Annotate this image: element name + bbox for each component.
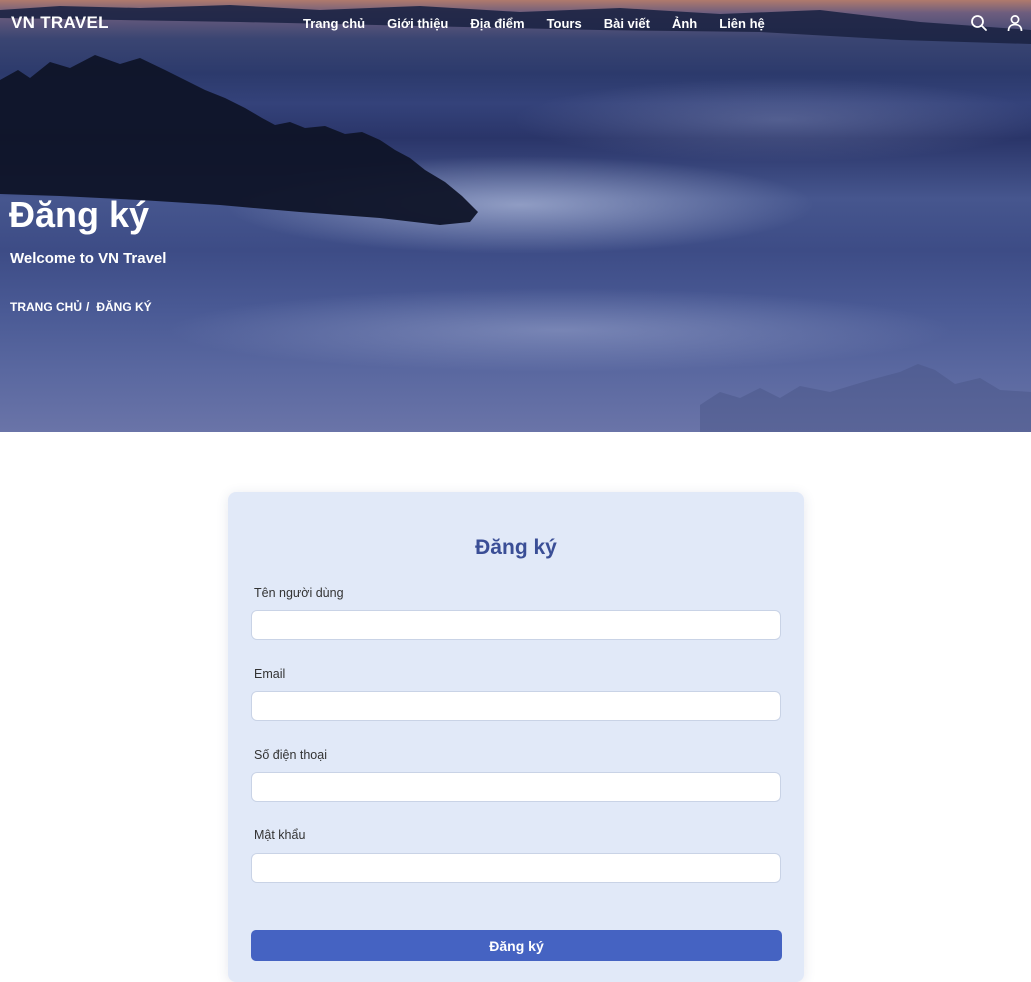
register-button[interactable]: Đăng ký: [251, 930, 782, 961]
nav-item-destinations[interactable]: Địa điểm: [470, 16, 524, 31]
nav-item-photos[interactable]: Ảnh: [672, 16, 697, 31]
breadcrumb-home[interactable]: TRANG CHỦ: [10, 300, 82, 314]
form-title: Đăng ký: [475, 536, 557, 559]
username-input[interactable]: [251, 610, 781, 640]
register-card: [228, 492, 804, 982]
nav-item-contact[interactable]: Liên hệ: [719, 16, 765, 31]
search-icon[interactable]: [970, 14, 988, 32]
main-menu: Trang chủ Giới thiệu Địa điểm Tours Bài …: [292, 16, 776, 31]
breadcrumb: TRANG CHỦ / ĐĂNG KÝ: [10, 300, 152, 314]
nav-item-about[interactable]: Giới thiệu: [387, 16, 448, 31]
phone-input[interactable]: [251, 772, 781, 802]
email-input[interactable]: [251, 691, 781, 721]
password-input[interactable]: [251, 853, 781, 883]
email-label: Email: [254, 667, 286, 681]
misty-forest-background: [0, 5, 1031, 432]
breadcrumb-separator: /: [86, 300, 90, 314]
page-title: Đăng ký: [9, 194, 150, 235]
nav-item-tours[interactable]: Tours: [547, 16, 582, 31]
top-navbar: VN TRAVEL Trang chủ Giới thiệu Địa điểm …: [0, 0, 1031, 48]
hero-banner: [0, 0, 1031, 432]
site-logo[interactable]: VN TRAVEL: [11, 13, 109, 33]
nav-item-blog[interactable]: Bài viết: [604, 16, 650, 31]
phone-label: Số điện thoại: [254, 748, 327, 762]
nav-item-home[interactable]: Trang chủ: [303, 16, 365, 31]
user-icon[interactable]: [1006, 14, 1024, 32]
page-subtitle: Welcome to VN Travel: [10, 250, 167, 267]
password-label: Mật khẩu: [254, 828, 306, 842]
username-label: Tên người dùng: [254, 586, 344, 600]
breadcrumb-current: ĐĂNG KÝ: [96, 300, 152, 314]
